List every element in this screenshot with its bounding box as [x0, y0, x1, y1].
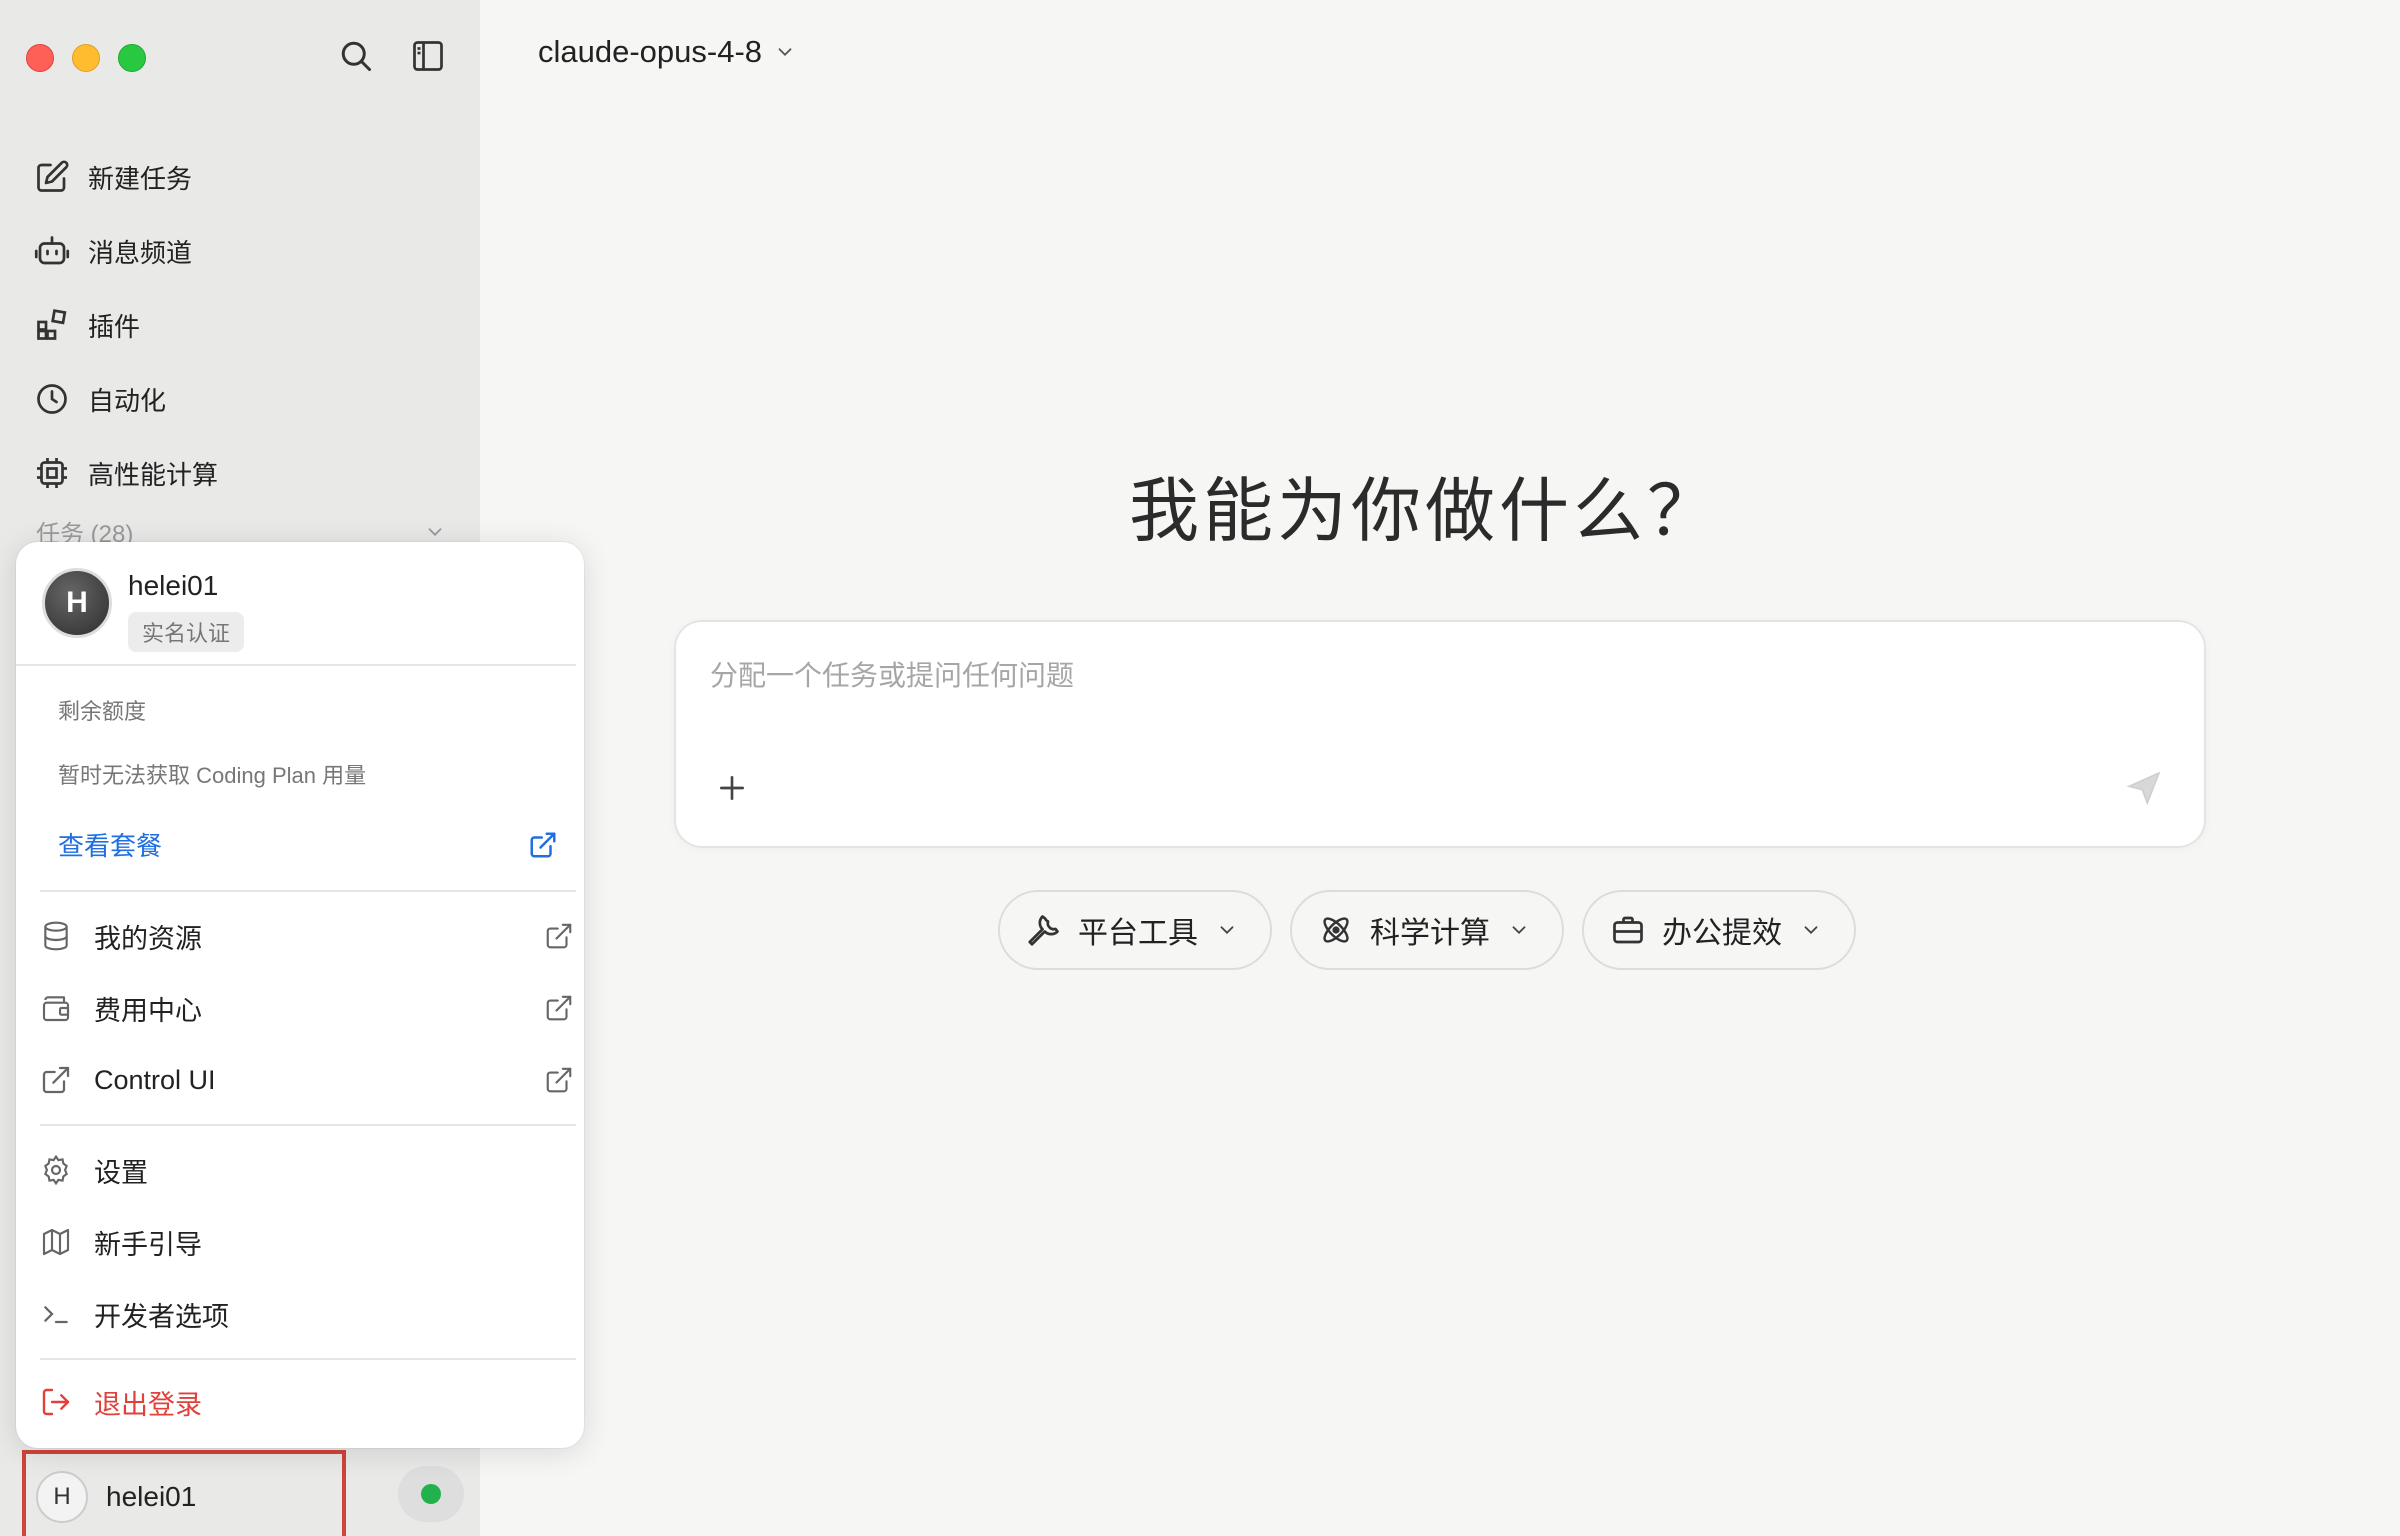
gear-icon — [44, 1154, 68, 1186]
profile-header: H helei01 实名认证 — [42, 568, 245, 652]
external-link-icon — [546, 995, 572, 1021]
menu-item-label: 设置 — [94, 1157, 148, 1188]
menu-item-label: 新手引导 — [94, 1229, 202, 1260]
divider — [40, 890, 576, 892]
menu-item-control-ui[interactable]: Control UI — [40, 1050, 574, 1110]
sidebar-item-label: 插件 — [88, 311, 141, 342]
menu-item-billing[interactable]: 费用中心 — [40, 978, 574, 1038]
divider — [16, 664, 576, 666]
logout-icon — [42, 1388, 70, 1416]
atom-icon — [1323, 917, 1349, 943]
avatar: H — [36, 1471, 88, 1523]
sidebar-item-channels[interactable]: 消息频道 — [34, 214, 454, 288]
external-link-icon — [530, 832, 556, 857]
sidebar-item-automation[interactable]: 自动化 — [34, 362, 454, 436]
profile-name: helei01 — [128, 570, 219, 601]
app-window: 新建任务 消息频道 插件 自动化 高性能计算 任务 (28) H helei01… — [0, 0, 2400, 1536]
chevron-down-icon — [1220, 926, 1234, 935]
user-account-button[interactable]: H helei01 — [22, 1450, 346, 1536]
send-icon[interactable] — [2124, 768, 2164, 808]
divider — [40, 1124, 576, 1126]
briefcase-icon — [1613, 916, 1643, 944]
chevron-down-icon — [778, 48, 792, 57]
sidebar-item-label: 自动化 — [88, 385, 167, 416]
chip-platform-tools[interactable]: 平台工具 — [998, 890, 1272, 970]
menu-item-label: 退出登录 — [94, 1389, 202, 1420]
chevron-down-icon — [1804, 926, 1818, 935]
status-indicator[interactable] — [398, 1466, 464, 1522]
account-menu-popup: H helei01 实名认证 剩余额度 暂时无法获取 Coding Plan 用… — [16, 542, 584, 1448]
minimize-window-button[interactable] — [72, 44, 100, 72]
plugin-grid-icon — [37, 309, 67, 340]
sidebar-item-label: 新建任务 — [88, 163, 193, 194]
menu-item-settings[interactable]: 设置 — [40, 1140, 574, 1200]
chip-label: 平台工具 — [1078, 917, 1198, 950]
user-name: helei01 — [106, 1481, 197, 1512]
chip-office-productivity[interactable]: 办公提效 — [1582, 890, 1856, 970]
chip-label: 科学计算 — [1370, 917, 1490, 950]
external-link-icon — [42, 1066, 70, 1094]
menu-item-label: 开发者选项 — [94, 1301, 229, 1332]
avatar: H — [42, 568, 112, 638]
prompt-input[interactable] — [710, 660, 2010, 692]
menu-item-label: 我的资源 — [94, 923, 202, 954]
quota-message: 暂时无法获取 Coding Plan 用量 — [58, 763, 367, 788]
maximize-window-button[interactable] — [118, 44, 146, 72]
database-icon — [44, 921, 68, 951]
terminal-icon — [44, 1306, 68, 1324]
sidebar-item-new-task[interactable]: 新建任务 — [34, 140, 454, 214]
online-status-dot — [421, 1484, 441, 1504]
menu-item-guide[interactable]: 新手引导 — [40, 1212, 574, 1272]
close-window-button[interactable] — [26, 44, 54, 72]
wrench-icon — [1028, 915, 1059, 946]
window-controls — [26, 44, 146, 72]
composer — [674, 620, 2206, 848]
chevron-down-icon — [1512, 926, 1526, 935]
wallet-icon — [42, 996, 70, 1022]
bot-icon — [34, 236, 70, 265]
chip-label: 办公提效 — [1662, 917, 1782, 950]
menu-item-label: 费用中心 — [94, 995, 202, 1026]
sidebar-toggle-icon[interactable] — [410, 38, 446, 74]
clock-icon — [37, 384, 67, 414]
sidebar-item-plugins[interactable]: 插件 — [34, 288, 454, 362]
sidebar-item-label: 消息频道 — [88, 237, 193, 268]
quota-label: 剩余额度 — [58, 699, 147, 724]
view-plan-label: 查看套餐 — [58, 831, 163, 861]
external-link-icon — [546, 1067, 572, 1093]
menu-item-developer-options[interactable]: 开发者选项 — [40, 1284, 574, 1344]
edit-icon — [37, 160, 69, 192]
menu-item-label: Control UI — [94, 1064, 216, 1095]
menu-item-my-resources[interactable]: 我的资源 — [40, 906, 574, 966]
view-plan-link[interactable]: 查看套餐 — [58, 826, 558, 863]
verification-badge[interactable]: 实名认证 — [128, 612, 245, 652]
page-title: 我能为你做什么？ — [1129, 470, 1721, 552]
menu-item-logout[interactable]: 退出登录 — [40, 1372, 574, 1432]
map-icon — [42, 1228, 70, 1256]
plus-icon[interactable] — [716, 772, 748, 804]
model-selector[interactable]: claude-opus-4-8 — [538, 34, 796, 70]
suggestion-chips: 平台工具 科学计算 办公提效 — [998, 890, 1856, 970]
model-name: claude-opus-4-8 — [538, 34, 763, 69]
divider — [40, 1358, 576, 1360]
search-icon[interactable] — [338, 38, 374, 74]
external-link-icon — [546, 923, 572, 949]
chip-scientific-computing[interactable]: 科学计算 — [1290, 890, 1564, 970]
